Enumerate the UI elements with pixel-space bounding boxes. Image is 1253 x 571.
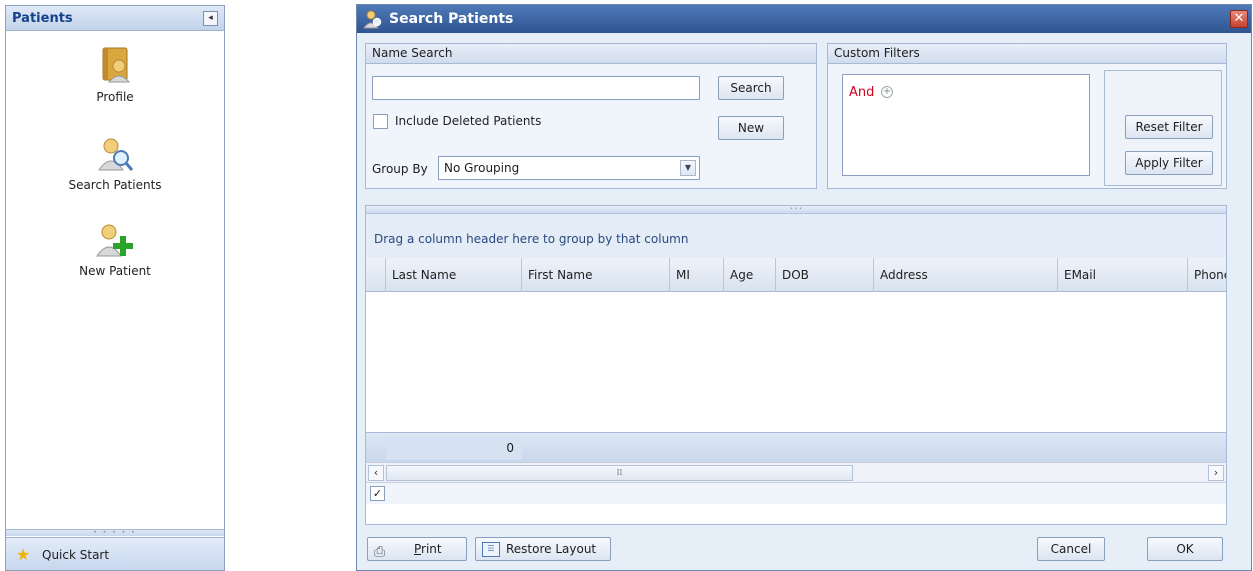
- column-header-age[interactable]: Age: [724, 258, 776, 292]
- nav-quick-start[interactable]: ★ Quick Start: [6, 537, 224, 570]
- grid-options-row: ✓: [366, 482, 1226, 504]
- quick-start-label: Quick Start: [42, 548, 110, 562]
- search-patients-dialog: Search Patients ✕ Name Search Search Inc…: [356, 4, 1252, 571]
- profile-folder-icon: [95, 46, 135, 86]
- reset-filter-button[interactable]: Reset Filter: [1125, 115, 1213, 139]
- search-button-label: Search: [730, 81, 772, 95]
- apply-filter-button[interactable]: Apply Filter: [1125, 151, 1213, 175]
- grid-footer: 0: [366, 432, 1226, 462]
- star-icon: ★: [16, 545, 31, 564]
- grid-body[interactable]: [366, 292, 1226, 432]
- restore-layout-button[interactable]: ☰ Restore Layout: [475, 537, 611, 561]
- nav-header: Patients ◂: [6, 6, 224, 31]
- custom-filters-group: Custom Filters And + Reset Filter Apply …: [827, 43, 1227, 189]
- search-patient-icon: [363, 9, 383, 29]
- dialog-titlebar[interactable]: Search Patients ✕: [357, 5, 1251, 33]
- scroll-left-icon[interactable]: ‹: [368, 465, 384, 481]
- nav-item-label: Profile: [96, 90, 134, 104]
- group-by-label: Group By: [372, 162, 428, 176]
- ok-button[interactable]: OK: [1147, 537, 1223, 561]
- column-header-last-name[interactable]: Last Name: [386, 258, 522, 292]
- ok-label: OK: [1176, 542, 1194, 556]
- name-search-heading: Name Search: [366, 44, 816, 64]
- group-by-panel[interactable]: Drag a column header here to group by th…: [366, 214, 1226, 258]
- horizontal-scrollbar[interactable]: ‹ ⁞⁞ ›: [366, 462, 1226, 482]
- column-header-first-name[interactable]: First Name: [522, 258, 670, 292]
- group-by-select[interactable]: No Grouping ▼: [438, 156, 700, 180]
- custom-filters-heading: Custom Filters: [828, 44, 1226, 64]
- cancel-button[interactable]: Cancel: [1037, 537, 1105, 561]
- nav-item-search-patients[interactable]: Search Patients: [6, 134, 224, 192]
- collapse-pane-button[interactable]: ◂: [203, 11, 218, 26]
- name-search-input[interactable]: [372, 76, 700, 100]
- column-headers: Last Name First Name MI Age DOB Address …: [366, 258, 1226, 292]
- new-patient-icon: [95, 220, 135, 260]
- new-button[interactable]: New: [718, 116, 784, 140]
- new-button-label: New: [737, 121, 765, 135]
- row-indicator-header: [366, 258, 386, 292]
- grid-splitter-handle[interactable]: • • •: [366, 206, 1226, 214]
- layout-icon: ☰: [482, 542, 500, 557]
- printer-icon: ⎙: [374, 544, 386, 560]
- column-header-phone[interactable]: Phone: [1188, 258, 1226, 292]
- grid-option-checkbox[interactable]: ✓: [370, 486, 385, 501]
- nav-splitter-handle[interactable]: • • • • •: [6, 529, 224, 536]
- print-label: Print: [414, 542, 442, 556]
- include-deleted-checkbox[interactable]: [373, 114, 388, 129]
- column-header-mi[interactable]: MI: [670, 258, 724, 292]
- filter-buttons-panel: Reset Filter Apply Filter: [1104, 70, 1222, 186]
- nav-item-profile[interactable]: Profile: [6, 46, 224, 104]
- column-header-dob[interactable]: DOB: [776, 258, 874, 292]
- filter-and-operator[interactable]: And: [849, 85, 874, 100]
- group-by-hint: Drag a column header here to group by th…: [374, 232, 689, 246]
- nav-title: Patients: [12, 11, 73, 26]
- restore-layout-label: Restore Layout: [506, 542, 597, 556]
- group-by-value: No Grouping: [444, 161, 520, 175]
- print-button[interactable]: ⎙ Print: [367, 537, 467, 561]
- patients-grid: • • • Drag a column header here to group…: [365, 205, 1227, 525]
- cancel-label: Cancel: [1050, 542, 1092, 556]
- include-deleted-label: Include Deleted Patients: [395, 114, 542, 128]
- add-condition-icon[interactable]: +: [881, 86, 893, 98]
- close-button[interactable]: ✕: [1230, 10, 1248, 28]
- apply-filter-label: Apply Filter: [1135, 156, 1203, 170]
- filter-editor[interactable]: And +: [842, 74, 1090, 176]
- nav-item-new-patient[interactable]: New Patient: [6, 220, 224, 278]
- scroll-right-icon[interactable]: ›: [1208, 465, 1224, 481]
- name-search-group: Name Search Search Include Deleted Patie…: [365, 43, 817, 189]
- scroll-thumb[interactable]: ⁞⁞: [386, 465, 853, 481]
- column-header-email[interactable]: EMail: [1058, 258, 1188, 292]
- nav-item-label: Search Patients: [68, 178, 162, 192]
- dialog-title: Search Patients: [389, 11, 514, 27]
- chevron-down-icon[interactable]: ▼: [680, 160, 696, 176]
- footer-count: 0: [386, 436, 522, 460]
- reset-filter-label: Reset Filter: [1135, 120, 1203, 134]
- search-patient-icon: [95, 134, 135, 174]
- navigation-pane: Patients ◂ Profile Search Patients New P…: [5, 5, 225, 571]
- nav-item-label: New Patient: [79, 264, 151, 278]
- column-header-address[interactable]: Address: [874, 258, 1058, 292]
- search-button[interactable]: Search: [718, 76, 784, 100]
